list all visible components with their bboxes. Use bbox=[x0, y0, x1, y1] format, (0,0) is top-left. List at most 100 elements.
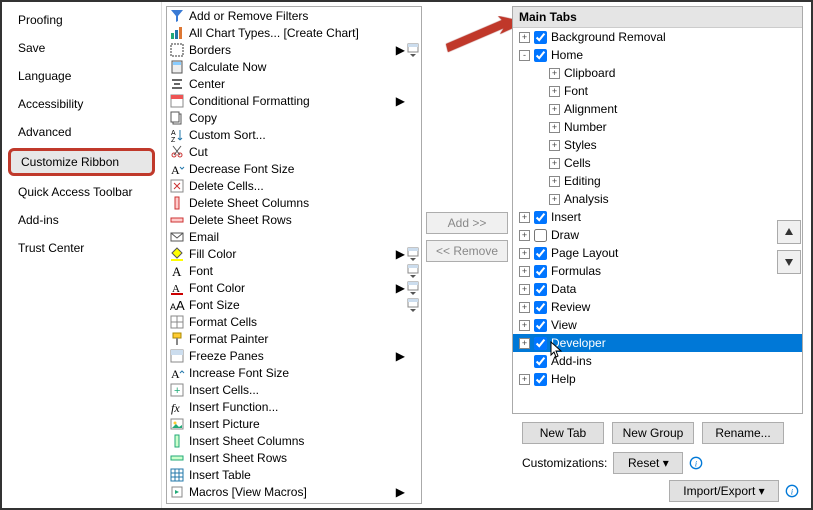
tab-node-review[interactable]: +Review bbox=[513, 298, 802, 316]
command-copy[interactable]: Copy bbox=[167, 109, 421, 126]
sidebar-item-language[interactable]: Language bbox=[2, 62, 161, 90]
command-insert-cells[interactable]: +Insert Cells... bbox=[167, 381, 421, 398]
tree-expander-icon[interactable]: + bbox=[519, 302, 530, 313]
sidebar-item-advanced[interactable]: Advanced bbox=[2, 118, 161, 146]
command-email[interactable]: Email bbox=[167, 228, 421, 245]
tree-expander-icon[interactable]: + bbox=[519, 320, 530, 331]
tab-node-view[interactable]: +View bbox=[513, 316, 802, 334]
tree-expander-icon[interactable]: + bbox=[549, 86, 560, 97]
command-delete-sheet-rows[interactable]: Delete Sheet Rows bbox=[167, 211, 421, 228]
tree-expander-icon[interactable]: + bbox=[549, 104, 560, 115]
sidebar-item-trust-center[interactable]: Trust Center bbox=[2, 234, 161, 262]
command-insert-sheet-columns[interactable]: Insert Sheet Columns bbox=[167, 432, 421, 449]
command-center[interactable]: Center bbox=[167, 75, 421, 92]
add-button[interactable]: Add >> bbox=[426, 212, 508, 234]
tab-node-data[interactable]: +Data bbox=[513, 280, 802, 298]
tree-expander-icon[interactable]: + bbox=[549, 176, 560, 187]
tree-expander-icon[interactable]: + bbox=[519, 374, 530, 385]
info-icon[interactable]: i bbox=[689, 456, 703, 470]
command-delete-sheet-columns[interactable]: Delete Sheet Columns bbox=[167, 194, 421, 211]
tab-checkbox[interactable] bbox=[534, 373, 547, 386]
command-calculate-now[interactable]: Calculate Now bbox=[167, 58, 421, 75]
tree-expander-icon[interactable]: + bbox=[519, 338, 530, 349]
tab-checkbox[interactable] bbox=[534, 211, 547, 224]
command-delete-cells[interactable]: Delete Cells... bbox=[167, 177, 421, 194]
command-insert-function[interactable]: fxInsert Function... bbox=[167, 398, 421, 415]
command-increase-font-size[interactable]: AIncrease Font Size bbox=[167, 364, 421, 381]
tab-node-cells[interactable]: +Cells bbox=[513, 154, 802, 172]
command-format-cells[interactable]: Format Cells bbox=[167, 313, 421, 330]
new-tab-button[interactable]: New Tab bbox=[522, 422, 604, 444]
new-group-button[interactable]: New Group bbox=[612, 422, 694, 444]
command-insert-picture[interactable]: Insert Picture bbox=[167, 415, 421, 432]
tab-node-font[interactable]: +Font bbox=[513, 82, 802, 100]
tab-checkbox[interactable] bbox=[534, 283, 547, 296]
remove-button[interactable]: << Remove bbox=[426, 240, 508, 262]
command-insert-table[interactable]: Insert Table bbox=[167, 466, 421, 483]
tab-node-page-layout[interactable]: +Page Layout bbox=[513, 244, 802, 262]
command-font-color[interactable]: AFont Color▶ bbox=[167, 279, 421, 296]
command-custom-sort[interactable]: AZCustom Sort... bbox=[167, 126, 421, 143]
tab-node-number[interactable]: +Number bbox=[513, 118, 802, 136]
tab-checkbox[interactable] bbox=[534, 31, 547, 44]
command-macros-view-macros[interactable]: Macros [View Macros]▶ bbox=[167, 483, 421, 500]
command-font[interactable]: AFont bbox=[167, 262, 421, 279]
tab-node-help[interactable]: +Help bbox=[513, 370, 802, 388]
tab-node-analysis[interactable]: +Analysis bbox=[513, 190, 802, 208]
info-icon[interactable]: i bbox=[785, 484, 799, 498]
command-add-or-remove-filters[interactable]: Add or Remove Filters bbox=[167, 7, 421, 24]
sidebar-item-accessibility[interactable]: Accessibility bbox=[2, 90, 161, 118]
tab-checkbox[interactable] bbox=[534, 247, 547, 260]
tab-checkbox[interactable] bbox=[534, 337, 547, 350]
command-insert-sheet-rows[interactable]: Insert Sheet Rows bbox=[167, 449, 421, 466]
tab-node-background-removal[interactable]: +Background Removal bbox=[513, 28, 802, 46]
tab-node-developer[interactable]: +Developer bbox=[513, 334, 802, 352]
command-all-chart-types-create-chart[interactable]: All Chart Types... [Create Chart] bbox=[167, 24, 421, 41]
commands-listbox[interactable]: Add or Remove FiltersAll Chart Types... … bbox=[166, 6, 422, 504]
tab-node-home[interactable]: -Home bbox=[513, 46, 802, 64]
tab-checkbox[interactable] bbox=[534, 319, 547, 332]
import-export-button[interactable]: Import/Export ▾ bbox=[669, 480, 779, 502]
tab-checkbox[interactable] bbox=[534, 229, 547, 242]
tab-node-editing[interactable]: +Editing bbox=[513, 172, 802, 190]
command-decrease-font-size[interactable]: ADecrease Font Size bbox=[167, 160, 421, 177]
command-freeze-panes[interactable]: Freeze Panes▶ bbox=[167, 347, 421, 364]
tree-expander-icon[interactable]: + bbox=[549, 140, 560, 151]
tree-expander-icon[interactable]: + bbox=[549, 68, 560, 79]
tree-expander-icon[interactable]: - bbox=[519, 50, 530, 61]
tree-expander-icon[interactable]: + bbox=[519, 212, 530, 223]
tab-node-styles[interactable]: +Styles bbox=[513, 136, 802, 154]
sidebar-item-quick-access-toolbar[interactable]: Quick Access Toolbar bbox=[2, 178, 161, 206]
tab-node-alignment[interactable]: +Alignment bbox=[513, 100, 802, 118]
tree-expander-icon[interactable]: + bbox=[549, 122, 560, 133]
command-fill-color[interactable]: Fill Color▶ bbox=[167, 245, 421, 262]
tab-node-insert[interactable]: +Insert bbox=[513, 208, 802, 226]
move-down-button[interactable] bbox=[777, 250, 801, 274]
tree-expander-icon[interactable]: + bbox=[519, 284, 530, 295]
tab-node-formulas[interactable]: +Formulas bbox=[513, 262, 802, 280]
command-borders[interactable]: Borders▶ bbox=[167, 41, 421, 58]
tree-expander-icon[interactable]: + bbox=[549, 194, 560, 205]
tab-node-clipboard[interactable]: +Clipboard bbox=[513, 64, 802, 82]
command-merge-center[interactable]: Merge & Center▶ bbox=[167, 500, 421, 504]
sidebar-item-proofing[interactable]: Proofing bbox=[2, 6, 161, 34]
tree-expander-icon[interactable]: + bbox=[519, 248, 530, 259]
tree-expander-icon[interactable]: + bbox=[519, 266, 530, 277]
command-cut[interactable]: Cut bbox=[167, 143, 421, 160]
main-tabs-tree[interactable]: Main Tabs +Background Removal-Home+Clipb… bbox=[512, 6, 803, 414]
command-conditional-formatting[interactable]: Conditional Formatting▶ bbox=[167, 92, 421, 109]
tree-expander-icon[interactable]: + bbox=[549, 158, 560, 169]
sidebar-item-customize-ribbon[interactable]: Customize Ribbon bbox=[8, 148, 155, 176]
command-font-size[interactable]: AAFont Size bbox=[167, 296, 421, 313]
tab-checkbox[interactable] bbox=[534, 355, 547, 368]
tab-checkbox[interactable] bbox=[534, 49, 547, 62]
tab-node-draw[interactable]: +Draw bbox=[513, 226, 802, 244]
tree-expander-icon[interactable]: + bbox=[519, 230, 530, 241]
move-up-button[interactable] bbox=[777, 220, 801, 244]
command-format-painter[interactable]: Format Painter bbox=[167, 330, 421, 347]
rename-button[interactable]: Rename... bbox=[702, 422, 784, 444]
sidebar-item-add-ins[interactable]: Add-ins bbox=[2, 206, 161, 234]
reset-button[interactable]: Reset ▾ bbox=[613, 452, 683, 474]
sidebar-item-save[interactable]: Save bbox=[2, 34, 161, 62]
tab-checkbox[interactable] bbox=[534, 265, 547, 278]
